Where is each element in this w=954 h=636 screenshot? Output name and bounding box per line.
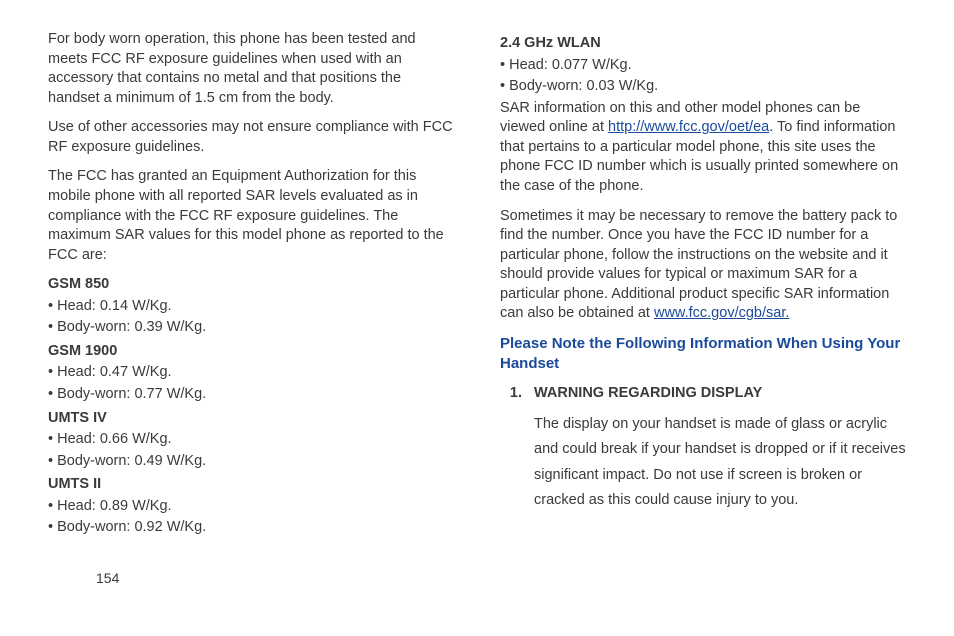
sar-value-body: • Body-worn: 0.49 W/Kg. (48, 452, 454, 472)
item-body: The display on your handset is made of g… (534, 412, 906, 514)
sar-value-body: • Body-worn: 0.39 W/Kg. (48, 318, 454, 338)
sar-value-head: • Head: 0.077 W/Kg. (500, 56, 906, 76)
sar-value-body: • Body-worn: 0.77 W/Kg. (48, 385, 454, 405)
sar-value-head: • Head: 0.89 W/Kg. (48, 497, 454, 517)
item-label: WARNING REGARDING DISPLAY (534, 384, 762, 404)
sar-group-title: GSM 1900 (48, 342, 454, 362)
link-fcc-cgb-sar[interactable]: www.fcc.gov/cgb/sar. (654, 305, 789, 321)
paragraph: Sometimes it may be necessary to remove … (500, 207, 906, 324)
paragraph: For body worn operation, this phone has … (48, 30, 454, 108)
page-columns: For body worn operation, this phone has … (48, 30, 906, 540)
sar-value-body: • Body-worn: 0.03 W/Kg. (500, 77, 906, 97)
sar-value-body: • Body-worn: 0.92 W/Kg. (48, 518, 454, 538)
right-column: 2.4 GHz WLAN • Head: 0.077 W/Kg. • Body-… (500, 30, 906, 540)
sar-group-title: GSM 850 (48, 275, 454, 295)
numbered-item: 1. WARNING REGARDING DISPLAY (508, 384, 906, 404)
sar-value-head: • Head: 0.47 W/Kg. (48, 363, 454, 383)
sar-group-title: 2.4 GHz WLAN (500, 34, 906, 54)
paragraph: The FCC has granted an Equipment Authori… (48, 167, 454, 265)
paragraph: SAR information on this and other model … (500, 99, 906, 197)
sar-group-title: UMTS II (48, 475, 454, 495)
section-title: Please Note the Following Information Wh… (500, 334, 906, 375)
paragraph: Use of other accessories may not ensure … (48, 118, 454, 157)
sar-group-title: UMTS IV (48, 409, 454, 429)
page-number: 154 (96, 569, 119, 588)
link-fcc-oet-ea[interactable]: http://www.fcc.gov/oet/ea (608, 119, 769, 135)
sar-value-head: • Head: 0.66 W/Kg. (48, 430, 454, 450)
sar-value-head: • Head: 0.14 W/Kg. (48, 297, 454, 317)
left-column: For body worn operation, this phone has … (48, 30, 454, 540)
item-number: 1. (508, 384, 522, 404)
